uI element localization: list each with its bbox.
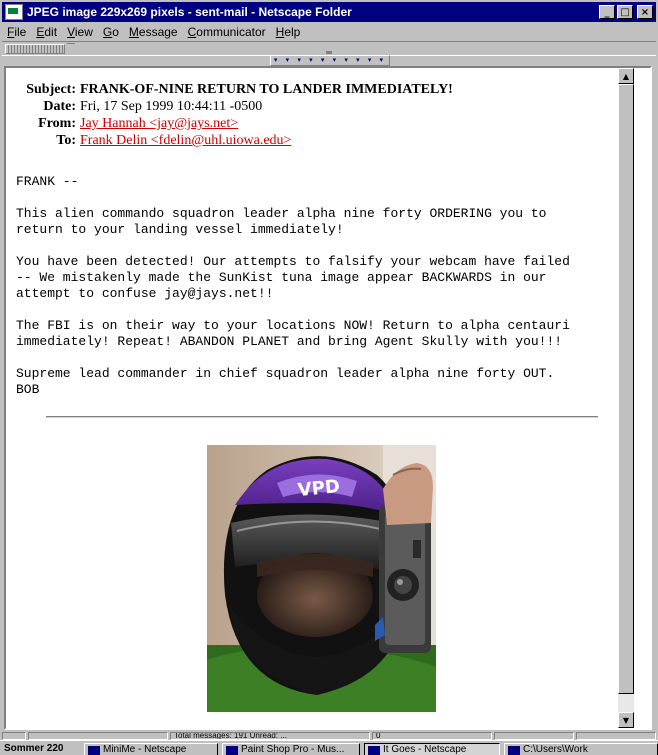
body-paragraph: This alien commando squadron leader alph… [16,206,547,237]
attachment-divider [46,416,598,418]
scroll-down-arrow-icon[interactable]: ▼ [618,712,634,728]
message-headers: Subject: FRANK-OF-NINE RETURN TO LANDER I… [20,82,453,150]
to-link[interactable]: Frank Delin <fdelin@uhl.uiowa.edu> [80,133,291,148]
taskbar-button[interactable]: Paint Shop Pro - Mus... [222,743,360,755]
taskbar-button[interactable]: It Goes - Netscape [364,743,500,755]
menu-message[interactable]: Message [124,25,183,39]
title-bar[interactable]: JPEG image 229x269 pixels - sent-mail - … [2,2,656,22]
netscape-app-icon[interactable] [5,4,23,20]
menu-help[interactable]: Help [271,25,306,39]
header-pane-collapser[interactable]: ▾ ▾ ▾ ▾ ▾ ▾ ▾ ▾ ▾ ▾ ▾ [270,55,390,72]
message-view: Subject: FRANK-OF-NINE RETURN TO LANDER I… [6,68,634,728]
menu-file[interactable]: File [2,25,31,39]
attached-jpeg-image: VPD [207,445,436,712]
toolbar-grip-handle[interactable] [5,44,65,54]
taskbar-button-label: C:\Users\Work [523,744,588,755]
body-paragraph: FRANK -- [16,174,79,189]
status-progress-cell [28,732,168,740]
subject-value: FRANK-OF-NINE RETURN TO LANDER IMMEDIATE… [80,82,453,97]
menu-edit[interactable]: Edit [31,25,62,39]
date-label: Date: [43,99,76,114]
vertical-scrollbar[interactable]: ▲ ▼ [618,68,634,728]
from-row: From: Jay Hannah <jay@jays.net> [20,116,453,133]
status-security-cell[interactable] [2,732,26,740]
to-label: To: [56,133,76,148]
windows-taskbar: Sommer 220 MiniMe - Netscape Paint Shop … [0,740,658,755]
taskbar-button[interactable]: MiniMe - Netscape [84,743,218,755]
status-cell [494,732,574,740]
window-title: JPEG image 229x269 pixels - sent-mail - … [27,5,352,19]
subject-label: Subject: [26,82,76,97]
taskbar-button-label: It Goes - Netscape [383,744,467,755]
menu-view[interactable]: View [62,25,98,39]
taskbar-left-area[interactable]: Sommer 220 [0,743,84,755]
minimize-button[interactable]: _ [599,5,615,19]
status-count-cell: 0 [372,732,492,740]
status-message-counts: Total messages: 191 Unread: ... [170,732,370,740]
taskbar-button-label: MiniMe - Netscape [103,744,187,755]
body-paragraph: You have been detected! Our attempts to … [16,254,570,301]
helmet-photo: VPD [207,445,436,712]
toolbar-center-marker [326,51,332,54]
status-bar: Total messages: 191 Unread: ... 0 [0,731,658,740]
date-row: Date: Fri, 17 Sep 1999 10:44:11 -0500 [20,99,453,116]
date-value: Fri, 17 Sep 1999 10:44:11 -0500 [80,99,263,114]
taskbar-button[interactable]: C:\Users\Work [504,743,658,755]
taskbar-button-label: Paint Shop Pro - Mus... [241,744,345,755]
from-link[interactable]: Jay Hannah <jay@jays.net> [80,116,238,131]
menu-bar: File Edit View Go Message Communicator H… [2,22,656,41]
netscape-window: JPEG image 229x269 pixels - sent-mail - … [0,0,658,740]
scroll-up-arrow-icon[interactable]: ▲ [618,68,634,84]
body-paragraph: The FBI is on their way to your location… [16,318,570,349]
body-paragraph: Supreme lead commander in chief squadron… [16,366,555,397]
scroll-thumb[interactable] [618,84,634,694]
from-label: From: [38,116,76,131]
message-body: FRANK -- This alien commando squadron le… [16,174,570,398]
close-button[interactable]: × [637,5,653,19]
svg-text:VPD: VPD [297,476,341,501]
subject-row: Subject: FRANK-OF-NINE RETURN TO LANDER I… [20,82,453,99]
status-cell [576,732,656,740]
menu-communicator[interactable]: Communicator [183,25,271,39]
maximize-button[interactable]: □ [617,5,633,19]
collapsed-toolbar-strip [2,41,656,56]
message-content-frame: Subject: FRANK-OF-NINE RETURN TO LANDER I… [4,66,652,730]
to-row: To: Frank Delin <fdelin@uhl.uiowa.edu> [20,133,453,150]
menu-go[interactable]: Go [98,25,124,39]
